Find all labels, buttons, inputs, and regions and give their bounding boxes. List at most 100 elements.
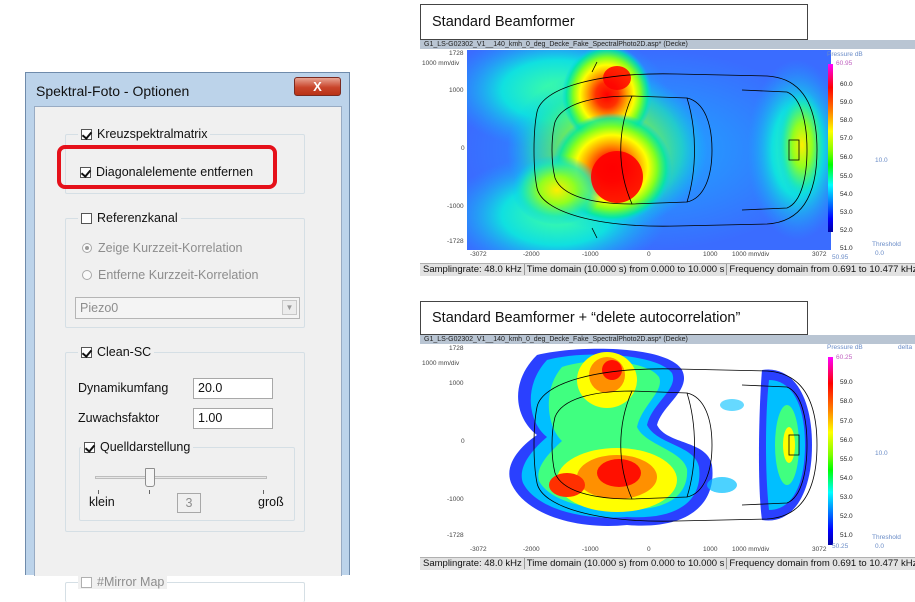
top-x-tick: -1000 bbox=[582, 251, 599, 258]
top-y-tick: -1728 bbox=[447, 238, 464, 245]
bottom-cb-min: 50.25 bbox=[832, 543, 849, 550]
bottom-window-title: G1_LS-G02302_V1__140_kmh_0_deg_Decke_Fak… bbox=[420, 335, 915, 344]
bottom-acoustic-map bbox=[467, 345, 831, 545]
radio-kurzzeit-label: Zeige Kurzzeit-Korrelation bbox=[98, 241, 243, 255]
slider-tick bbox=[149, 490, 150, 494]
bottom-threshold-label: Threshold bbox=[872, 534, 901, 541]
bottom-callout: Standard Beamformer + “delete autocorrel… bbox=[420, 301, 808, 335]
quell-label: Quelldarstellung bbox=[100, 440, 191, 454]
top-x-tick: 3072 bbox=[812, 251, 827, 258]
channel-select[interactable]: Piezo0 ▼ bbox=[75, 297, 300, 319]
channel-select-value: Piezo0 bbox=[80, 301, 119, 315]
top-status-bar: Samplingrate: 48.0 kHz Time domain (10.00… bbox=[420, 263, 915, 276]
bottom-cb-tick: 56.0 bbox=[840, 437, 853, 444]
bottom-status-frequency: Frequency domain from 0.691 to 10.477 kH… bbox=[727, 558, 915, 569]
zuwachs-label: Zuwachsfaktor bbox=[78, 411, 160, 425]
radio-entferne-dot[interactable] bbox=[82, 270, 92, 280]
top-y-tick: 1728 bbox=[449, 50, 464, 57]
top-cb-min: 50.95 bbox=[832, 254, 849, 261]
radio-kurzzeit-dot[interactable] bbox=[82, 243, 92, 253]
bottom-cb-tick: 59.0 bbox=[840, 379, 853, 386]
slider-value-field: 3 bbox=[177, 493, 201, 513]
bottom-cb-tick: 53.0 bbox=[840, 494, 853, 501]
bottom-x-tick: -2000 bbox=[523, 546, 540, 553]
bottom-cb-tick: 57.0 bbox=[840, 418, 853, 425]
top-cb-tick: 59.0 bbox=[840, 99, 853, 106]
top-x-tick: -2000 bbox=[523, 251, 540, 258]
top-acoustic-map bbox=[467, 50, 831, 250]
bottom-cb-tick: 52.0 bbox=[840, 513, 853, 520]
bottom-y-tick: -1728 bbox=[447, 532, 464, 539]
top-cb-max: 60.95 bbox=[836, 60, 853, 67]
top-window-title: G1_LS-G02302_V1__140_kmh_0_deg_Decke_Fak… bbox=[420, 40, 915, 49]
bottom-cb-tick: 51.0 bbox=[840, 532, 853, 539]
dynamik-label: Dynamikumfang bbox=[78, 381, 169, 395]
size-slider-thumb[interactable] bbox=[145, 468, 155, 487]
bottom-y-tick: 1728 bbox=[449, 345, 464, 352]
bottom-x-tick: 1000 bbox=[703, 546, 718, 553]
bottom-x-tick: 0 bbox=[647, 546, 651, 553]
bottom-cb-max: 60.25 bbox=[836, 354, 853, 361]
kreuz-checkbox[interactable]: Kreuzspektralmatrix bbox=[78, 127, 211, 141]
quell-checkbox[interactable]: Quelldarstellung bbox=[81, 440, 194, 454]
bottom-y-tick: -1000 bbox=[447, 496, 464, 503]
bottom-y-unit: 1000 mm/div bbox=[422, 360, 460, 367]
kreuz-checkbox-box[interactable] bbox=[81, 128, 92, 140]
radio-kurzzeit[interactable]: Zeige Kurzzeit-Korrelation bbox=[82, 241, 243, 255]
bottom-x-tick: 3072 bbox=[812, 546, 827, 553]
bottom-cb-tick: 54.0 bbox=[840, 475, 853, 482]
dialog-title: Spektral-Foto - Optionen bbox=[36, 83, 190, 99]
mirror-label: #Mirror Map bbox=[97, 575, 165, 589]
bottom-x-tick: -1000 bbox=[582, 546, 599, 553]
bottom-delta-label: delta bbox=[898, 344, 913, 351]
top-status-samplingrate: Samplingrate: 48.0 kHz bbox=[421, 264, 525, 275]
bottom-status-time: Time domain (10.000 s) from 0.000 to 10.… bbox=[524, 558, 728, 569]
dynamik-input[interactable]: 20.0 bbox=[193, 378, 273, 399]
top-threshold-label: Threshold bbox=[872, 241, 901, 248]
ref-checkbox-box[interactable] bbox=[81, 212, 92, 224]
bottom-threshold-value: 0.0 bbox=[875, 543, 885, 550]
top-y-unit: 1000 mm/div bbox=[422, 60, 460, 67]
bottom-pressure-label: Pressure dB bbox=[827, 344, 863, 351]
top-status-time: Time domain (10.000 s) from 0.000 to 10.… bbox=[524, 264, 728, 275]
quell-checkbox-box[interactable] bbox=[84, 441, 95, 453]
bottom-cb-tick: 58.0 bbox=[840, 398, 853, 405]
bottom-beamformer-panel: G1_LS-G02302_V1__140_kmh_0_deg_Decke_Fak… bbox=[420, 335, 915, 570]
top-x-tick: -3072 bbox=[470, 251, 487, 258]
top-x-unit: 1000 mm/div bbox=[732, 251, 770, 258]
slider-tick bbox=[98, 490, 99, 494]
klein-label: klein bbox=[89, 495, 115, 509]
top-cb-tick: 52.0 bbox=[840, 227, 853, 234]
top-cb-tick: 53.0 bbox=[840, 209, 853, 216]
clean-checkbox-box[interactable] bbox=[81, 346, 92, 358]
bottom-side-value: 10.0 bbox=[875, 450, 888, 457]
size-slider-track[interactable] bbox=[95, 476, 267, 479]
mirror-checkbox-box[interactable] bbox=[81, 576, 92, 588]
clean-label: Clean-SC bbox=[97, 345, 152, 359]
bottom-status-bar: Samplingrate: 48.0 kHz Time domain (10.00… bbox=[420, 557, 915, 570]
gross-label: groß bbox=[258, 495, 284, 509]
top-pressure-label: Pressure dB bbox=[827, 51, 863, 58]
bottom-y-tick: 0 bbox=[461, 438, 465, 445]
mirror-checkbox[interactable]: #Mirror Map bbox=[78, 575, 168, 589]
top-cb-tick: 57.0 bbox=[840, 135, 853, 142]
top-x-tick: 1000 bbox=[703, 251, 718, 258]
top-callout: Standard Beamformer bbox=[420, 4, 808, 40]
radio-entferne[interactable]: Entferne Kurzzeit-Korrelation bbox=[82, 268, 259, 282]
top-cb-tick: 51.0 bbox=[840, 245, 853, 252]
chevron-down-icon[interactable]: ▼ bbox=[282, 300, 297, 315]
ref-checkbox[interactable]: Referenzkanal bbox=[78, 211, 181, 225]
zuwachs-input[interactable]: 1.00 bbox=[193, 408, 273, 429]
clean-checkbox[interactable]: Clean-SC bbox=[78, 345, 155, 359]
top-beamformer-panel: G1_LS-G02302_V1__140_kmh_0_deg_Decke_Fak… bbox=[420, 40, 915, 276]
kreuz-label: Kreuzspektralmatrix bbox=[97, 127, 208, 141]
top-x-tick: 0 bbox=[647, 251, 651, 258]
top-y-tick: -1000 bbox=[447, 203, 464, 210]
close-button[interactable]: X bbox=[294, 77, 341, 96]
ref-label: Referenzkanal bbox=[97, 211, 178, 225]
top-y-tick: 1000 bbox=[449, 87, 464, 94]
bottom-colorbar bbox=[828, 357, 833, 545]
top-status-frequency: Frequency domain from 0.691 to 10.477 kH… bbox=[727, 264, 915, 275]
bottom-x-tick: -3072 bbox=[470, 546, 487, 553]
highlight-frame bbox=[57, 145, 277, 189]
